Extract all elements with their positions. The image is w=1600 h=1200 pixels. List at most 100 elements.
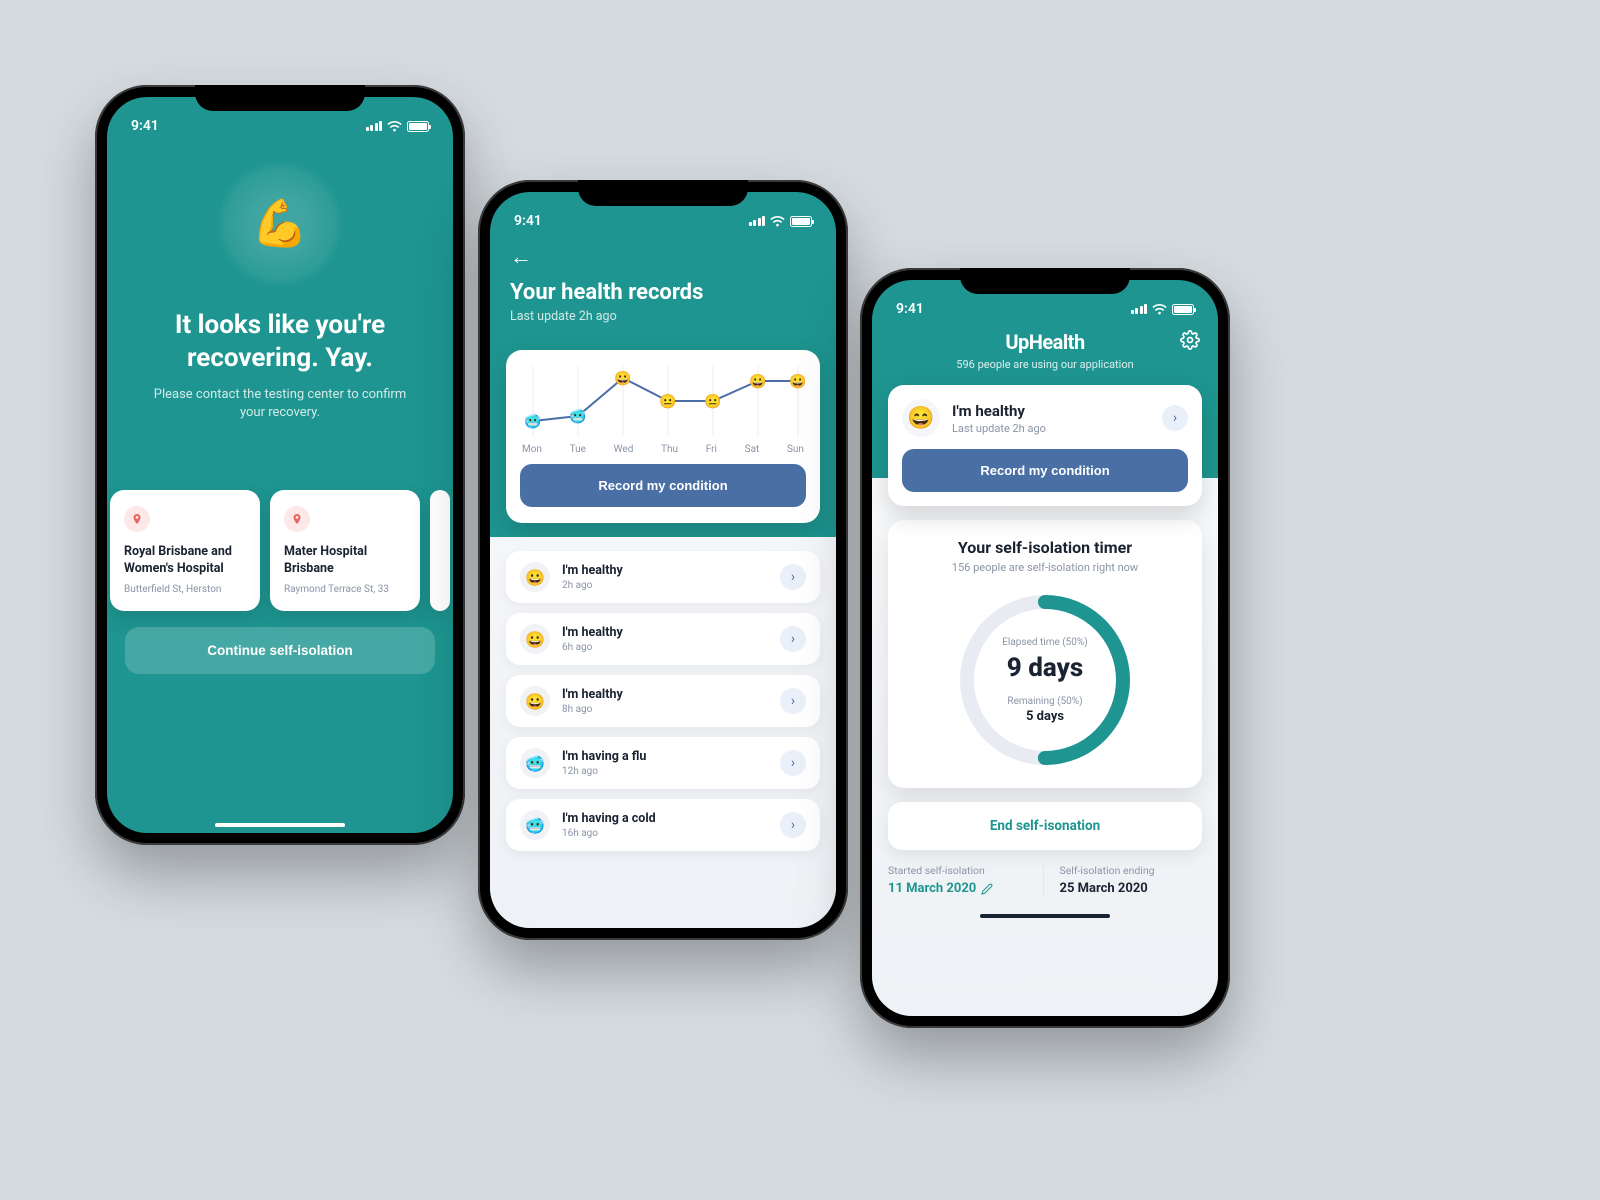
svg-text:😐: 😐 (659, 393, 676, 410)
settings-button[interactable] (1180, 330, 1200, 354)
records-subtitle: Last update 2h ago (510, 309, 816, 324)
record-row[interactable]: 🥶 I'm having a cold 16h ago › (506, 799, 820, 851)
app-tagline: 596 people are using our application (890, 358, 1200, 371)
app-logo: UpHealth (890, 330, 1200, 354)
elapsed-label: Elapsed time (50%) (1002, 637, 1087, 648)
svg-text:🥶: 🥶 (524, 412, 542, 430)
screen-recovery: 9:41 💪 It looks like you're recovering. … (107, 97, 453, 833)
mood-emoji-icon: 🥶 (520, 810, 550, 840)
status-time: 9:41 (514, 213, 542, 229)
chevron-right-icon[interactable]: › (780, 626, 806, 652)
hospital-card-peek[interactable] (430, 490, 450, 611)
end-isolation-button[interactable]: End self-isonation (888, 802, 1202, 850)
record-condition-button[interactable]: Record my condition (902, 449, 1188, 492)
record-time: 2h ago (562, 580, 768, 591)
status-subtitle: Last update 2h ago (952, 422, 1150, 435)
status-emoji-icon: 😄 (902, 399, 940, 437)
hospital-list[interactable]: Royal Brisbane and Women's Hospital Butt… (110, 490, 450, 611)
recovery-subtitle: Please contact the testing center to con… (125, 386, 435, 422)
record-time: 6h ago (562, 642, 768, 653)
record-title: I'm healthy (562, 625, 768, 640)
remaining-value: 5 days (1026, 709, 1064, 724)
chevron-right-icon[interactable]: › (780, 812, 806, 838)
screen-dashboard: 9:41 UpHealth 596 people are using our a… (872, 280, 1218, 1016)
signal-icon (366, 121, 383, 131)
screen-records: 9:41 ← Your health records Last update 2… (490, 192, 836, 928)
recovery-title: It looks like you're recovering. Yay. (125, 309, 435, 374)
recovery-emoji: 💪 (215, 159, 345, 289)
status-time: 9:41 (131, 118, 159, 134)
remaining-label: Remaining (50%) (1007, 696, 1082, 707)
chevron-right-icon[interactable]: › (780, 688, 806, 714)
wifi-icon (770, 216, 785, 227)
timer-title: Your self-isolation timer (904, 538, 1186, 557)
chart-svg: 🥶 🥶 😀 😐 😐 😀 😀 (520, 366, 806, 436)
phone-recovery: 9:41 💪 It looks like you're recovering. … (95, 85, 465, 845)
location-pin-icon (284, 506, 310, 532)
svg-text:😐: 😐 (704, 393, 721, 410)
home-indicator[interactable] (980, 914, 1110, 918)
back-arrow-icon[interactable]: ← (510, 244, 532, 270)
signal-icon (749, 216, 766, 226)
elapsed-value: 9 days (1007, 653, 1083, 683)
day-label: Fri (706, 444, 717, 455)
battery-icon (1172, 304, 1194, 315)
record-condition-button[interactable]: Record my condition (520, 464, 806, 507)
records-list[interactable]: 😀 I'm healthy 2h ago › 😀 I'm healthy 6h … (490, 537, 836, 928)
mood-emoji-icon: 😀 (520, 624, 550, 654)
day-label: Thu (661, 444, 678, 455)
hospital-card-2[interactable]: Mater Hospital Brisbane Raymond Terrace … (270, 490, 420, 611)
phone-dashboard: 9:41 UpHealth 596 people are using our a… (860, 268, 1230, 1028)
record-row[interactable]: 😀 I'm healthy 2h ago › (506, 551, 820, 603)
notch (195, 85, 365, 111)
day-label: Sat (745, 444, 760, 455)
battery-icon (790, 216, 812, 227)
day-label: Wed (614, 444, 634, 455)
day-label: Tue (570, 444, 586, 455)
health-chart-card: 🥶 🥶 😀 😐 😐 😀 😀 Mon Tue Wed Thu Fri Sat Su… (506, 350, 820, 523)
svg-text:😀: 😀 (789, 373, 806, 390)
mood-emoji-icon: 🥶 (520, 748, 550, 778)
hospital-card-1[interactable]: Royal Brisbane and Women's Hospital Butt… (110, 490, 260, 611)
isolation-timer-card: Your self-isolation timer 156 people are… (888, 520, 1202, 788)
start-date-value[interactable]: 11 March 2020 (888, 881, 1031, 896)
record-time: 8h ago (562, 704, 768, 715)
status-icons (366, 121, 430, 132)
day-label: Mon (522, 444, 542, 455)
location-pin-icon (124, 506, 150, 532)
status-icons (1131, 304, 1195, 315)
gear-icon (1180, 330, 1200, 350)
records-title: Your health records (510, 280, 816, 305)
record-title: I'm healthy (562, 687, 768, 702)
start-date-text: 11 March 2020 (888, 881, 976, 896)
isolation-dates: Started self-isolation 11 March 2020 Sel… (888, 864, 1202, 896)
hospital-address: Butterfield St, Herston (124, 584, 246, 595)
end-date-value: 25 March 2020 (1060, 881, 1203, 896)
svg-text:🥶: 🥶 (569, 407, 587, 425)
status-time: 9:41 (896, 301, 924, 317)
battery-icon (407, 121, 429, 132)
hospital-address: Raymond Terrace St, 33 (284, 584, 406, 595)
chevron-right-icon[interactable]: › (1162, 405, 1188, 431)
continue-self-isolation-button[interactable]: Continue self-isolation (125, 627, 435, 674)
svg-text:😀: 😀 (749, 373, 766, 390)
hospital-name: Royal Brisbane and Women's Hospital (124, 544, 246, 578)
wifi-icon (1152, 304, 1167, 315)
edit-icon (981, 883, 993, 895)
record-row[interactable]: 😀 I'm healthy 6h ago › (506, 613, 820, 665)
signal-icon (1131, 304, 1148, 314)
record-row[interactable]: 🥶 I'm having a flu 12h ago › (506, 737, 820, 789)
record-title: I'm healthy (562, 563, 768, 578)
status-icons (749, 216, 813, 227)
end-date-label: Self-isolation ending (1060, 864, 1203, 877)
mood-emoji-icon: 😀 (520, 562, 550, 592)
home-indicator[interactable] (215, 823, 345, 827)
chevron-right-icon[interactable]: › (780, 564, 806, 590)
record-row[interactable]: 😀 I'm healthy 8h ago › (506, 675, 820, 727)
status-title: I'm healthy (952, 402, 1150, 420)
day-label: Sun (787, 444, 804, 455)
record-time: 12h ago (562, 766, 768, 777)
notch (960, 268, 1130, 294)
chevron-right-icon[interactable]: › (780, 750, 806, 776)
start-date-label: Started self-isolation (888, 864, 1031, 877)
